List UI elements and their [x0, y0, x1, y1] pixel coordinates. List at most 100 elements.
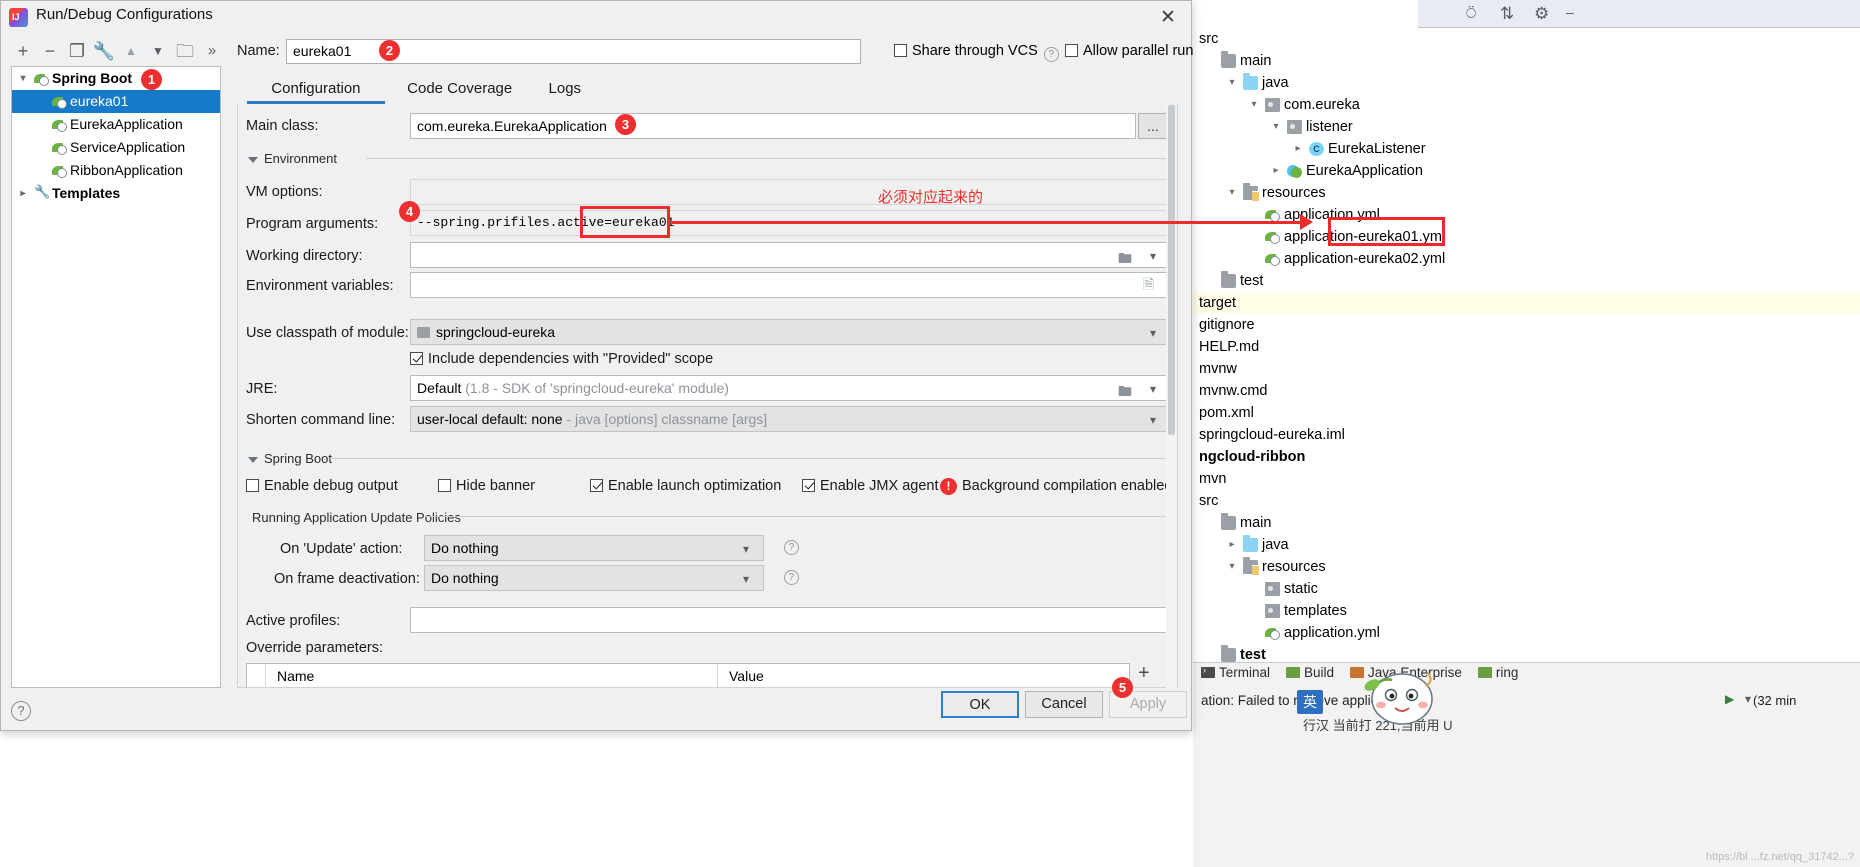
tool-tab-terminal[interactable]: Terminal — [1201, 665, 1270, 680]
project-tree-item[interactable]: ▾ com.eureka — [1193, 94, 1860, 116]
config-list-item[interactable]: RibbonApplication — [12, 159, 220, 182]
config-list-item[interactable]: ▾ Spring Boot — [12, 67, 220, 90]
on-update-action-chevron-down-icon[interactable]: ▾ — [743, 542, 749, 556]
project-tree-item[interactable]: gitignore — [1193, 314, 1860, 336]
config-list-item[interactable]: ServiceApplication — [12, 136, 220, 159]
project-tree-item[interactable]: mvnw.cmd — [1193, 380, 1860, 402]
configuration-list[interactable]: ▾ Spring Boot eureka01 EurekaApplication Ser… — [11, 66, 221, 688]
project-tree-item[interactable]: src — [1193, 28, 1860, 50]
on-update-action-dropdown[interactable]: Do nothing — [424, 535, 764, 561]
use-classpath-dropdown[interactable]: springcloud-eureka — [410, 319, 1168, 345]
environment-collapse-icon[interactable] — [248, 157, 258, 163]
project-tree-panel[interactable]: src main ▾ java ▾ com.eureka ▾ listener ▸ C Eureka… — [1193, 28, 1860, 662]
checkbox-hide-banner[interactable]: Hide banner — [438, 478, 535, 494]
add-configuration-button[interactable]: + — [11, 39, 35, 63]
tab-code-coverage[interactable]: Code Coverage — [391, 75, 529, 104]
edit-templates-button[interactable]: 🔧 — [92, 39, 116, 63]
working-directory-chevron-down-icon[interactable]: ▾ — [1150, 249, 1156, 263]
share-vcs-help-icon[interactable]: ? — [1043, 47, 1059, 62]
checkbox-box[interactable] — [802, 479, 815, 492]
panel-scrollbar[interactable] — [1166, 105, 1177, 688]
tab-logs[interactable]: Logs — [535, 75, 595, 104]
tab-configuration[interactable]: Configuration — [247, 75, 385, 104]
cancel-button[interactable]: Cancel — [1025, 691, 1103, 718]
chevron-down-icon[interactable]: ▾ — [1225, 182, 1239, 204]
configuration-tabs[interactable]: Configuration Code Coverage Logs — [237, 75, 1177, 104]
chevron-down-icon[interactable]: ▾ — [1247, 94, 1261, 116]
main-class-input[interactable]: com.eureka.EurekaApplication — [410, 113, 1136, 139]
help-button[interactable]: ? — [11, 701, 31, 721]
project-tree-item[interactable]: ngcloud-ribbon — [1193, 446, 1860, 468]
vm-options-input[interactable] — [410, 179, 1168, 205]
project-tree-item[interactable]: test — [1193, 644, 1860, 662]
environment-variables-input[interactable] — [410, 272, 1168, 298]
allow-parallel-run-checkbox[interactable]: Allow parallel run — [1065, 43, 1193, 59]
project-tree-item[interactable]: mvn — [1193, 468, 1860, 490]
chevron-down-icon[interactable]: ▾ — [1269, 116, 1283, 138]
settings-gear-icon[interactable]: ⚙ — [1534, 5, 1549, 22]
checkbox-box[interactable] — [590, 479, 603, 492]
project-tree-item[interactable]: main — [1193, 50, 1860, 72]
on-frame-deactivation-help-icon[interactable]: ? — [784, 570, 799, 585]
spring-boot-collapse-icon[interactable] — [248, 457, 258, 463]
project-tree-item[interactable]: pom.xml — [1193, 402, 1860, 424]
move-down-button[interactable]: ▼ — [146, 39, 170, 63]
chevron-down-icon[interactable]: ▾ — [1225, 556, 1239, 578]
new-folder-button[interactable]: 🗀 — [173, 39, 197, 63]
on-frame-deactivation-dropdown[interactable]: Do nothing — [424, 565, 764, 591]
chevron-right-icon[interactable]: ▸ — [1225, 534, 1239, 556]
filter-icon[interactable]: ⇅ — [1500, 5, 1514, 22]
project-tree-item[interactable]: ▸ java — [1193, 534, 1860, 556]
jre-browse-icon[interactable]: 🖿 — [1118, 381, 1132, 405]
remove-configuration-button[interactable]: − — [38, 39, 62, 63]
chevron-down-icon[interactable]: ▾ — [1225, 72, 1239, 94]
more-options-button[interactable]: » — [200, 39, 224, 63]
checkbox-box[interactable] — [438, 479, 451, 492]
globe-icon[interactable]: ⍥ — [1466, 5, 1476, 22]
config-list-item[interactable]: EurekaApplication — [12, 113, 220, 136]
project-tree-item[interactable]: main — [1193, 512, 1860, 534]
project-tree-item[interactable]: application.yml — [1193, 622, 1860, 644]
checkbox-enable-debug-output[interactable]: Enable debug output — [246, 478, 398, 494]
project-tree-item[interactable]: src — [1193, 490, 1860, 512]
environment-variables-edit-icon[interactable]: 🗎 — [1143, 277, 1154, 291]
use-classpath-chevron-down-icon[interactable]: ▾ — [1150, 326, 1156, 340]
override-parameters-table[interactable]: Name Value — [246, 663, 1130, 687]
working-directory-input[interactable] — [410, 242, 1168, 268]
on-update-action-help-icon[interactable]: ? — [784, 540, 799, 555]
project-tree-item[interactable]: static — [1193, 578, 1860, 600]
share-vcs-checkbox-box[interactable] — [894, 44, 907, 57]
chevron-right-icon[interactable]: ▸ — [1269, 160, 1283, 182]
chevron-right-icon[interactable]: ▸ — [1291, 138, 1305, 160]
project-tree-item[interactable]: ▾ resources — [1193, 182, 1860, 204]
close-icon[interactable]: ✕ — [1155, 5, 1181, 31]
panel-scrollbar-thumb[interactable] — [1168, 105, 1175, 435]
shorten-command-line-dropdown[interactable]: user-local default: none - java [options… — [410, 406, 1168, 432]
configuration-toolbar[interactable]: + − ❐ 🔧 ▲ ▼ 🗀» — [11, 39, 226, 65]
working-directory-browse-icon[interactable]: 🖿 — [1118, 248, 1132, 272]
jre-dropdown[interactable]: Default (1.8 - SDK of 'springcloud-eurek… — [410, 375, 1168, 401]
share-through-vcs-checkbox[interactable]: Share through VCS? — [894, 43, 1065, 62]
config-list-item[interactable]: eureka01 — [12, 90, 220, 113]
project-tree-item[interactable]: ▾ listener — [1193, 116, 1860, 138]
name-input[interactable]: eureka01 — [286, 39, 861, 64]
project-tree-item[interactable]: test — [1193, 270, 1860, 292]
jre-chevron-down-icon[interactable]: ▾ — [1150, 382, 1156, 396]
tool-tab-build[interactable]: Build — [1286, 665, 1334, 680]
project-tree-item[interactable]: springcloud-eureka.iml — [1193, 424, 1860, 446]
allow-parallel-checkbox-box[interactable] — [1065, 44, 1078, 57]
chevron-right-icon[interactable]: ▸ — [16, 182, 30, 205]
project-tree-item[interactable]: target — [1193, 292, 1860, 314]
chevron-down-icon[interactable]: ▾ — [1745, 693, 1751, 705]
config-list-item[interactable]: ▸ 🔧 Templates — [12, 182, 220, 205]
active-profiles-input[interactable] — [410, 607, 1168, 633]
minimize-icon[interactable]: – — [1566, 5, 1574, 19]
tool-tab-ring[interactable]: ring — [1477, 665, 1518, 680]
on-frame-deactivation-chevron-down-icon[interactable]: ▾ — [743, 572, 749, 586]
checkbox-enable-launch-optimization[interactable]: Enable launch optimization — [590, 478, 781, 494]
copy-configuration-button[interactable]: ❐ — [65, 39, 89, 63]
move-up-button[interactable]: ▲ — [119, 39, 143, 63]
play-icon[interactable]: ▶ — [1725, 693, 1734, 705]
ok-button[interactable]: OK — [941, 691, 1019, 718]
include-provided-checkbox[interactable]: Include dependencies with "Provided" sco… — [410, 351, 713, 367]
